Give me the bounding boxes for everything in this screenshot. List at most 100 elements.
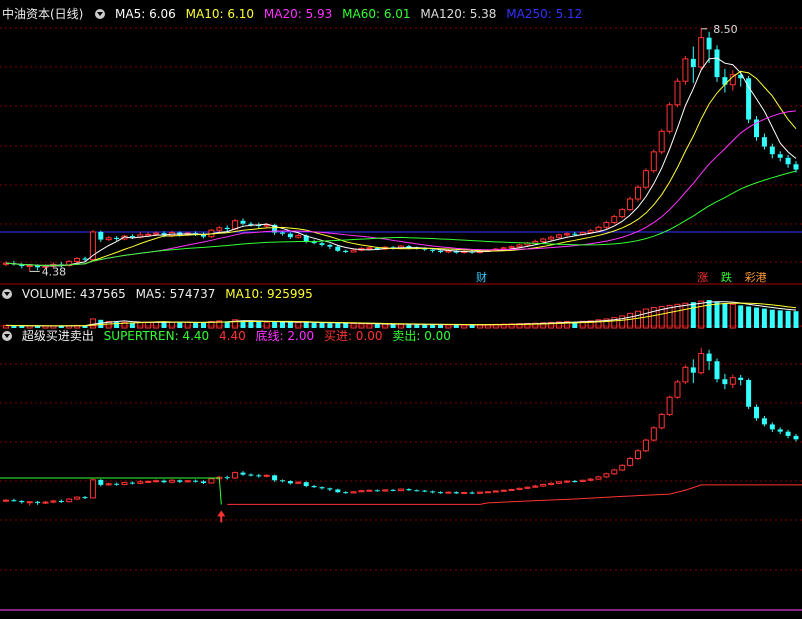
indicator-candle xyxy=(153,480,160,483)
indicator-candle xyxy=(280,480,285,482)
indicator-candle xyxy=(89,479,96,499)
indicator-candle xyxy=(500,489,507,492)
price-candle xyxy=(343,250,349,252)
buy-signal-arrow xyxy=(217,510,226,523)
price-candle xyxy=(682,58,689,82)
volume-bar xyxy=(390,324,396,328)
volume-bar xyxy=(161,322,167,328)
indicator-candle xyxy=(272,475,278,481)
indicator-candle xyxy=(82,497,88,499)
volume-bar xyxy=(184,321,191,329)
indicator-candle xyxy=(406,489,412,491)
price-candle xyxy=(105,237,112,241)
stock-chart[interactable]: 8.50 4.38 财 涨跌彩港 xyxy=(0,0,802,619)
volume-bar xyxy=(642,308,649,329)
volume-bar xyxy=(682,302,689,329)
indicator-candle xyxy=(224,477,230,479)
volume-bar xyxy=(761,308,767,328)
indicator-candle xyxy=(532,485,539,488)
indicator-candle xyxy=(208,478,215,484)
price-candle xyxy=(619,209,626,218)
price-candle xyxy=(350,249,357,253)
indicator-candle xyxy=(619,464,626,471)
event-marker: 财 xyxy=(476,270,487,284)
price-candle xyxy=(666,104,673,132)
price-candle xyxy=(327,244,333,247)
indicator-candle xyxy=(785,431,791,436)
price-candle xyxy=(627,198,634,211)
price-candle xyxy=(761,137,767,147)
indicator-candle xyxy=(540,484,547,487)
price-candle xyxy=(572,233,578,235)
indicator-candle xyxy=(642,439,649,452)
indicator-candle xyxy=(563,480,570,483)
indicator-candle xyxy=(366,489,373,492)
indicator-candle xyxy=(761,418,767,425)
volume-bar xyxy=(263,321,270,329)
volume-bar xyxy=(729,303,736,329)
indicator-candle xyxy=(374,490,380,492)
indicator-candle xyxy=(319,487,325,489)
price-candle xyxy=(556,234,562,238)
price-candle xyxy=(319,243,325,245)
ma-line xyxy=(5,110,797,266)
indicator-candle xyxy=(777,429,783,432)
indicator-candle xyxy=(232,472,239,479)
indicator-candle xyxy=(508,488,515,491)
price-candle xyxy=(153,232,160,235)
volume-bar xyxy=(89,318,96,329)
indicator-candle xyxy=(492,490,499,493)
indicator-candle xyxy=(343,492,349,494)
indicator-candle xyxy=(738,377,744,380)
indicator-candle xyxy=(177,480,183,482)
supertrend-red-line xyxy=(227,484,802,505)
indicator-candle xyxy=(240,472,246,475)
price-candle xyxy=(635,186,641,200)
indicator-candle xyxy=(248,474,254,476)
volume-bar xyxy=(153,321,160,329)
price-candle xyxy=(129,236,135,238)
volume-bar xyxy=(19,325,25,328)
indicator-candle xyxy=(398,488,404,492)
indicator-candle xyxy=(438,492,443,494)
low-price-label: 4.38 xyxy=(42,265,66,278)
event-marker: 彩港 xyxy=(745,271,767,284)
volume-bar xyxy=(430,324,436,328)
volume-bar xyxy=(777,310,783,328)
indicator-candle xyxy=(121,482,128,486)
indicator-candle xyxy=(690,367,696,373)
price-candle xyxy=(516,244,523,248)
indicator-candle xyxy=(50,500,57,503)
indicator-candle xyxy=(311,486,317,488)
volume-bar xyxy=(177,321,183,328)
volume-bar xyxy=(343,323,349,328)
volume-bar xyxy=(722,303,728,328)
indicator-candle xyxy=(184,480,191,483)
volume-bar xyxy=(193,322,199,328)
indicator-candle xyxy=(303,482,309,487)
volume-bar xyxy=(311,322,317,328)
volume-bar xyxy=(374,324,380,328)
indicator-candle xyxy=(145,480,152,483)
indicator-candle xyxy=(746,379,752,407)
price-candle xyxy=(232,220,239,230)
price-candle xyxy=(216,227,223,231)
price-candle xyxy=(540,238,547,242)
indicator-candle xyxy=(256,475,262,477)
price-candle xyxy=(650,151,657,172)
price-candle xyxy=(508,246,515,249)
volume-bar xyxy=(327,323,333,328)
indicator-candle xyxy=(556,481,562,484)
volume-bar xyxy=(714,302,720,328)
volume-bar xyxy=(635,310,641,329)
volume-bar xyxy=(793,311,799,328)
high-price-label: 8.50 xyxy=(713,23,738,36)
volume-bar xyxy=(690,302,696,328)
indicator-candle xyxy=(674,381,681,398)
price-candle xyxy=(777,154,783,158)
indicator-candle xyxy=(42,501,49,504)
indicator-candle xyxy=(603,473,610,478)
price-candle xyxy=(74,257,81,262)
volume-bar xyxy=(406,324,412,328)
indicator-candle xyxy=(3,499,9,502)
